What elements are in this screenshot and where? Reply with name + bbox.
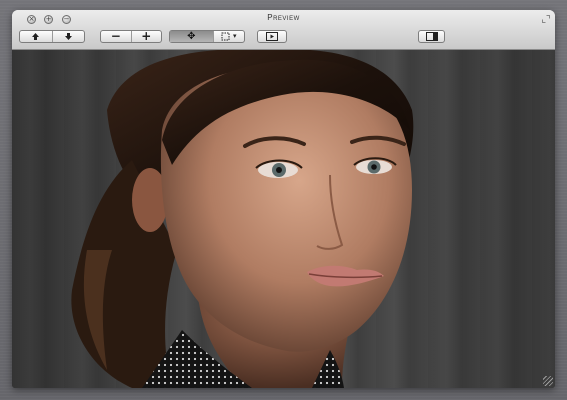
- move-tool-icon: ✥: [187, 31, 196, 42]
- sidebar-icon: [425, 32, 438, 41]
- sidebar-button[interactable]: [418, 30, 445, 43]
- arrow-up-icon: [32, 33, 40, 40]
- tool-selector: ✥ ▾: [169, 30, 245, 43]
- previous-next-control: [19, 30, 85, 43]
- image-viewport[interactable]: [12, 50, 555, 388]
- move-tool-button[interactable]: ✥: [170, 31, 213, 42]
- window-title: Preview: [267, 13, 300, 22]
- zoom-control: − +: [100, 30, 162, 43]
- titlebar: × + − Preview − + ✥ ▾: [12, 10, 555, 50]
- next-button[interactable]: [51, 31, 85, 42]
- rectangle-select-icon: [221, 32, 230, 41]
- arrow-down-icon: [64, 33, 72, 40]
- slideshow-icon: [266, 32, 278, 41]
- preview-window: × + − Preview − + ✥ ▾: [12, 10, 555, 388]
- zoom-in-button[interactable]: +: [130, 29, 162, 43]
- resize-grip[interactable]: [543, 376, 553, 386]
- slideshow-button[interactable]: [257, 30, 287, 43]
- fullscreen-icon: [542, 15, 550, 23]
- minus-icon: −: [110, 29, 121, 43]
- plus-icon: +: [141, 29, 152, 43]
- select-tool-button[interactable]: ▾: [212, 31, 244, 42]
- desktop: × + − Preview − + ✥ ▾: [0, 0, 567, 400]
- select-dropdown-icon: ▾: [233, 32, 237, 40]
- zoom-out-button[interactable]: −: [101, 29, 131, 43]
- fullscreen-button[interactable]: [542, 15, 550, 23]
- portrait-photo: [71, 50, 414, 388]
- previous-button[interactable]: [20, 31, 52, 42]
